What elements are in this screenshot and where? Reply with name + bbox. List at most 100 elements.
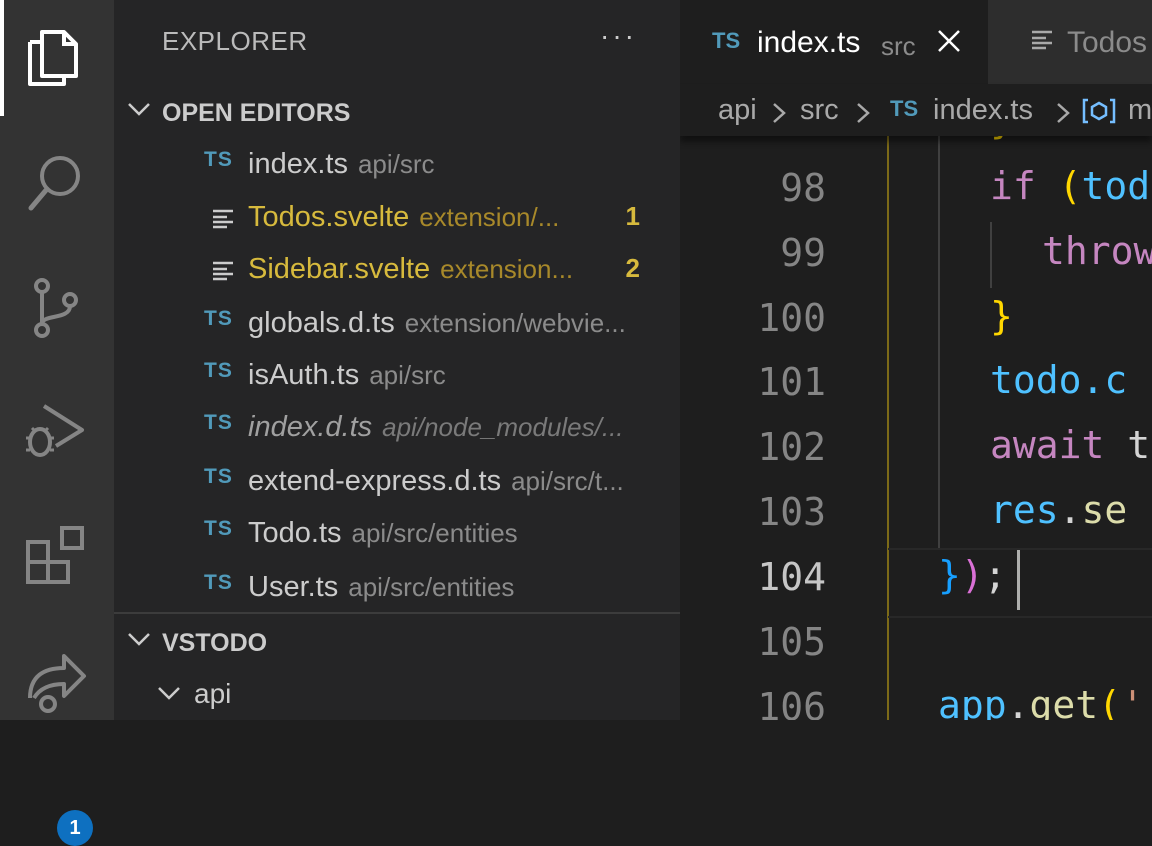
- open-editor-item[interactable]: TS User.ts api/src/entities: [114, 561, 680, 613]
- chevron-right-icon: [857, 103, 870, 123]
- code-line[interactable]: });: [938, 553, 1007, 597]
- code-function: se: [1081, 488, 1128, 532]
- open-editors-header[interactable]: OPEN EDITORS: [114, 92, 680, 132]
- search-activity[interactable]: [0, 126, 114, 252]
- code-member: .c: [1081, 358, 1128, 402]
- section-divider: [114, 612, 680, 614]
- typescript-file-icon: TS: [890, 96, 919, 121]
- live-share-activity[interactable]: [0, 630, 114, 756]
- line-number: 98: [780, 166, 826, 210]
- breadcrumb-item[interactable]: api: [718, 94, 757, 127]
- current-line-number: 104: [757, 555, 826, 599]
- code-paren: (: [1058, 164, 1082, 208]
- problem-count: 2: [625, 253, 640, 283]
- extensions-activity[interactable]: [0, 504, 114, 630]
- code-line[interactable]: await t: [990, 423, 1150, 467]
- open-editor-item[interactable]: TS extend-express.d.ts api/src/t...: [114, 455, 680, 507]
- code-paren: ): [960, 553, 984, 597]
- code-line[interactable]: throw: [1042, 229, 1152, 273]
- workspace-label: VSTODO: [162, 629, 268, 657]
- code-brace: }: [938, 553, 961, 597]
- open-editor-item[interactable]: TS Todo.ts api/src/entities: [114, 507, 680, 559]
- open-editors-label: OPEN EDITORS: [162, 99, 351, 127]
- open-editor-item[interactable]: Sidebar.svelte extension... 2: [114, 243, 680, 295]
- chevron-right-icon: [773, 103, 786, 123]
- indent-guide: [938, 136, 940, 548]
- folder-api[interactable]: api: [114, 672, 680, 716]
- code-dot: .: [1058, 488, 1082, 532]
- live-share-icon: [28, 654, 86, 713]
- code-variable: tod: [1081, 164, 1151, 208]
- code-identifier: t: [1127, 423, 1151, 467]
- run-debug-icon: [26, 404, 84, 457]
- search-icon: [28, 156, 80, 211]
- typescript-file-icon: TS: [204, 465, 233, 488]
- code-keyword: throw: [1042, 229, 1152, 273]
- tab-description: src: [881, 31, 916, 61]
- file-path: api/src: [357, 149, 435, 179]
- open-editor-item[interactable]: Todos.svelte extension/... 1: [114, 191, 680, 243]
- breadcrumb-item[interactable]: m: [1128, 94, 1152, 127]
- typescript-file-icon: TS: [204, 148, 233, 171]
- code-line[interactable]: app.get(': [938, 683, 1144, 720]
- typescript-file-icon: TS: [204, 571, 233, 594]
- code-line[interactable]: }: [990, 294, 1013, 338]
- chevron-right-icon: [1057, 103, 1070, 123]
- extensions-icon: [26, 526, 84, 584]
- typescript-file-icon: TS: [204, 359, 233, 382]
- file-name: index.d.ts: [248, 411, 373, 443]
- file-name: User.ts: [248, 571, 339, 603]
- explorer-activity[interactable]: [0, 0, 114, 126]
- file-name: isAuth.ts: [248, 359, 360, 391]
- file-path: extension...: [440, 254, 574, 284]
- open-editor-item[interactable]: TS isAuth.ts api/src: [114, 349, 680, 401]
- file-path: api/src: [369, 360, 446, 390]
- file-name: Todo.ts: [248, 517, 342, 549]
- file-name: Sidebar.svelte: [248, 253, 431, 285]
- tab-index-ts[interactable]: TS index.ts src: [680, 0, 988, 84]
- file-path: extension/webvie...: [404, 308, 626, 338]
- typescript-file-icon: TS: [204, 411, 233, 434]
- file-name: globals.d.ts: [248, 307, 395, 339]
- code-keyword: if: [990, 164, 1036, 208]
- debug-badge: 1: [57, 810, 93, 846]
- breadcrumb-item[interactable]: src: [800, 94, 839, 127]
- source-control-activity[interactable]: [0, 252, 114, 378]
- activity-bar: 1: [0, 0, 114, 846]
- code-line[interactable]: if (tod: [990, 164, 1150, 208]
- code-string: ': [1121, 683, 1144, 720]
- code-line[interactable]: todo.c: [990, 358, 1127, 402]
- chevron-down-icon: [128, 633, 150, 646]
- file-path: api/node_modules/...: [382, 412, 624, 442]
- svelte-file-icon: [213, 261, 233, 281]
- open-editor-item[interactable]: TS globals.d.ts extension/webvie...: [114, 297, 680, 349]
- more-actions-button[interactable]: ···: [600, 20, 637, 52]
- svelte-file-icon: [1032, 30, 1052, 50]
- folder-label: api: [194, 678, 232, 709]
- code-keyword: await: [990, 423, 1105, 467]
- open-editor-item[interactable]: TS index.d.ts api/node_modules/...: [114, 401, 680, 453]
- source-control-icon: [34, 278, 78, 338]
- file-name: extend-express.d.ts: [248, 465, 502, 497]
- current-line-highlight: [888, 548, 1152, 618]
- tab-todos[interactable]: Todos: [988, 0, 1152, 84]
- explorer-sidebar: EXPLORER ··· OPEN EDITORS TS index.ts api…: [114, 0, 680, 720]
- problem-count: 1: [625, 201, 640, 231]
- file-path: api/src/t...: [511, 466, 624, 496]
- open-editor-item[interactable]: TS index.ts api/src: [114, 138, 680, 190]
- code-function: get: [1029, 683, 1099, 720]
- breadcrumb-item[interactable]: index.ts: [933, 94, 1033, 127]
- typescript-file-icon: TS: [204, 307, 233, 330]
- indent-guide: [990, 222, 992, 288]
- text-cursor: [1017, 550, 1020, 610]
- code-line[interactable]: res.se: [990, 488, 1127, 532]
- close-icon[interactable]: [936, 28, 962, 54]
- file-path: api/src/entities: [351, 518, 518, 548]
- run-debug-activity[interactable]: 1: [0, 378, 114, 846]
- code-dot: .: [1006, 683, 1030, 720]
- code-paren: (: [1098, 683, 1122, 720]
- line-number: 100: [757, 296, 826, 340]
- workspace-header[interactable]: VSTODO: [114, 622, 680, 662]
- chevron-down-icon: [158, 687, 180, 700]
- code-variable: todo: [990, 358, 1082, 402]
